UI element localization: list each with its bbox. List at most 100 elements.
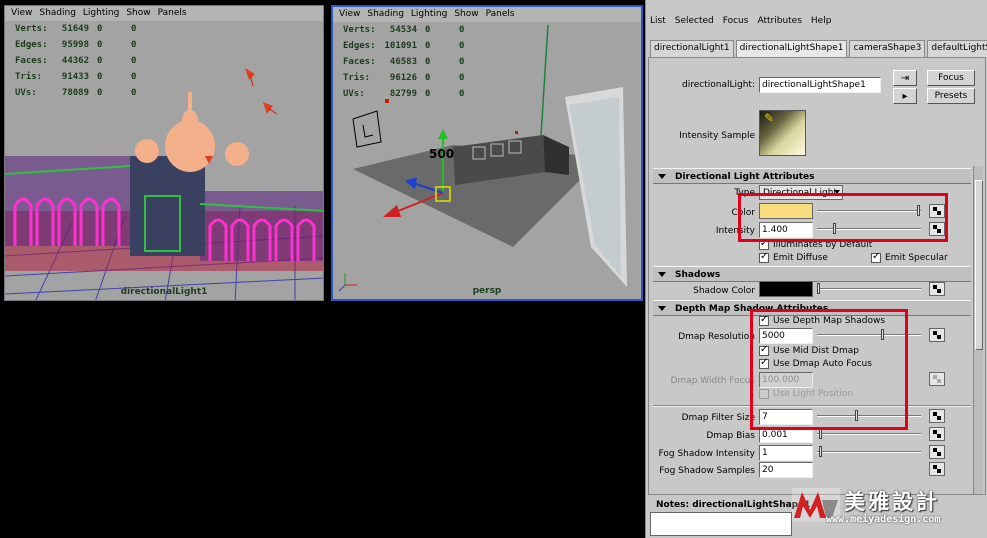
hud-value: 0 [97, 56, 103, 66]
hud-value: 96126 [389, 73, 417, 83]
hud-row-verts: Verts: 51649 0 0 [15, 24, 151, 40]
fog-shadow-samples-label: Fog Shadow Samples [659, 466, 755, 476]
checkbox-box [759, 251, 769, 263]
hud-row-uvs: UVs: 78089 0 0 [15, 88, 151, 104]
fog-shadow-samples-field[interactable]: 20 [759, 462, 813, 478]
fog-shadow-intensity-slider-track[interactable] [817, 451, 921, 453]
tab-default-light-set[interactable]: defaultLightSet [927, 40, 987, 57]
poly-count-hud: Verts: 51649 0 0 Edges: 95998 0 0 Faces: 44362 0… [15, 24, 151, 104]
dmap-bias-map-button[interactable] [929, 427, 945, 441]
emit-specular-checkbox[interactable]: Emit Specular [871, 251, 948, 263]
hud-value: 0 [97, 88, 103, 98]
intensity-sample-swatch: ✎ [759, 110, 806, 156]
node-name-field[interactable]: directionalLightShape1 [759, 77, 881, 93]
dmap-filter-size-map-button[interactable] [929, 409, 945, 423]
camera-name-label: persp [472, 286, 502, 296]
watermark: 美雅設計 www.meiyadesign.com [790, 486, 984, 536]
fog-shadow-intensity-field[interactable]: 1 [759, 445, 813, 461]
ae-node-tabs: directionalLight1 directionalLightShape1… [650, 40, 987, 58]
show-node-button[interactable]: ▸ [893, 88, 917, 104]
hud-value: 0 [131, 24, 137, 34]
highlight-box-depth-map [750, 309, 908, 430]
menu-panels[interactable]: Panels [483, 7, 519, 22]
shadow-color-map-button[interactable] [929, 282, 945, 296]
hud-label: Verts: [343, 25, 376, 35]
section-title: Shadows [675, 270, 721, 280]
notes-textarea[interactable] [650, 512, 792, 536]
emit-diffuse-checkbox[interactable]: Emit Diffuse [759, 251, 828, 263]
tab-directional-light-shape1[interactable]: directionalLightShape1 [735, 40, 848, 58]
section-shadows[interactable]: Shadows [653, 266, 971, 282]
menu-lighting[interactable]: Lighting [80, 6, 123, 21]
menu-show[interactable]: Show [123, 6, 154, 21]
fog-shadow-intensity-map-button[interactable] [929, 445, 945, 459]
ae-menu-focus[interactable]: Focus [719, 14, 754, 30]
menu-view[interactable]: View [8, 6, 36, 21]
ae-menu-list[interactable]: List [646, 14, 671, 30]
hud-value: 0 [131, 56, 137, 66]
collapse-arrow-icon [658, 174, 666, 179]
fog-shadow-samples-map-button[interactable] [929, 462, 945, 476]
attribute-editor: List Selected Focus Attributes Help dire… [645, 0, 987, 496]
shadow-color-swatch[interactable] [759, 281, 813, 297]
ae-menu-help[interactable]: Help [807, 14, 837, 30]
hud-value: 91433 [61, 72, 89, 82]
hud-row-tris: Tris: 96126 0 0 [343, 73, 479, 89]
hud-value: 0 [459, 89, 465, 99]
select-node-button[interactable]: ⇥ [893, 70, 917, 86]
fog-shadow-intensity-slider-thumb[interactable] [819, 446, 822, 457]
hud-value: 0 [131, 88, 137, 98]
focus-button[interactable]: Focus [927, 70, 975, 86]
tab-camera-shape3[interactable]: cameraShape3 [849, 40, 926, 57]
hud-value: 46583 [389, 57, 417, 67]
menu-view[interactable]: View [336, 7, 364, 22]
tab-directional-light1[interactable]: directionalLight1 [650, 40, 734, 57]
hud-value: 95998 [61, 40, 89, 50]
menu-show[interactable]: Show [451, 7, 482, 22]
ae-scrollbar[interactable] [973, 166, 983, 494]
arrow-in-icon: ⇥ [900, 73, 910, 84]
hud-value: 0 [425, 25, 431, 35]
shadow-color-slider-thumb[interactable] [817, 283, 820, 294]
hud-value: 101091 [384, 41, 417, 51]
hud-label: Faces: [343, 57, 376, 67]
menu-shading[interactable]: Shading [36, 6, 80, 21]
hud-label: Edges: [343, 41, 376, 51]
dmap-bias-slider-track[interactable] [817, 433, 921, 435]
hud-value: 78089 [61, 88, 89, 98]
hud-row-tris: Tris: 91433 0 0 [15, 72, 151, 88]
poly-count-hud: Verts: 54534 0 0 Edges: 101091 0 0 Faces: 46583… [343, 25, 479, 105]
hud-value: 0 [425, 41, 431, 51]
viewport-menubar-right: View Shading Lighting Show Panels [333, 7, 641, 22]
shadow-color-slider-track[interactable] [817, 288, 921, 290]
hud-value: 54534 [389, 25, 417, 35]
viewport-directional-light[interactable]: View Shading Lighting Show Panels Verts:… [4, 5, 324, 301]
ae-menu-attributes[interactable]: Attributes [753, 14, 806, 30]
hud-value: 0 [97, 72, 103, 82]
hud-value: 0 [97, 24, 103, 34]
dmap-filter-size-label: Dmap Filter Size [681, 413, 755, 423]
menu-panels[interactable]: Panels [155, 6, 191, 21]
watermark-title: 美雅設計 [844, 490, 940, 514]
dmap-resolution-map-button[interactable] [929, 328, 945, 342]
hud-label: Tris: [15, 72, 43, 82]
hud-value: 0 [131, 40, 137, 50]
menu-lighting[interactable]: Lighting [408, 7, 451, 22]
presets-button[interactable]: Presets [927, 88, 975, 104]
shadow-color-label: Shadow Color [693, 286, 755, 296]
hud-row-faces: Faces: 44362 0 0 [15, 56, 151, 72]
hud-value: 0 [425, 89, 431, 99]
dmap-bias-label: Dmap Bias [706, 431, 755, 441]
hud-label: Verts: [15, 24, 48, 34]
menu-shading[interactable]: Shading [364, 7, 408, 22]
ae-scrollbar-thumb[interactable] [975, 180, 983, 350]
viewport-persp[interactable]: View Shading Lighting Show Panels Verts:… [331, 5, 643, 301]
ae-menubar: List Selected Focus Attributes Help [646, 14, 987, 30]
notes-title: Notes: directionalLightShape1 [656, 500, 811, 510]
hud-value: 0 [459, 41, 465, 51]
hud-value: 0 [97, 40, 103, 50]
hud-label: UVs: [343, 89, 365, 99]
section-directional-light-attributes[interactable]: Directional Light Attributes [653, 168, 971, 184]
hud-value: 0 [425, 73, 431, 83]
ae-menu-selected[interactable]: Selected [671, 14, 719, 30]
